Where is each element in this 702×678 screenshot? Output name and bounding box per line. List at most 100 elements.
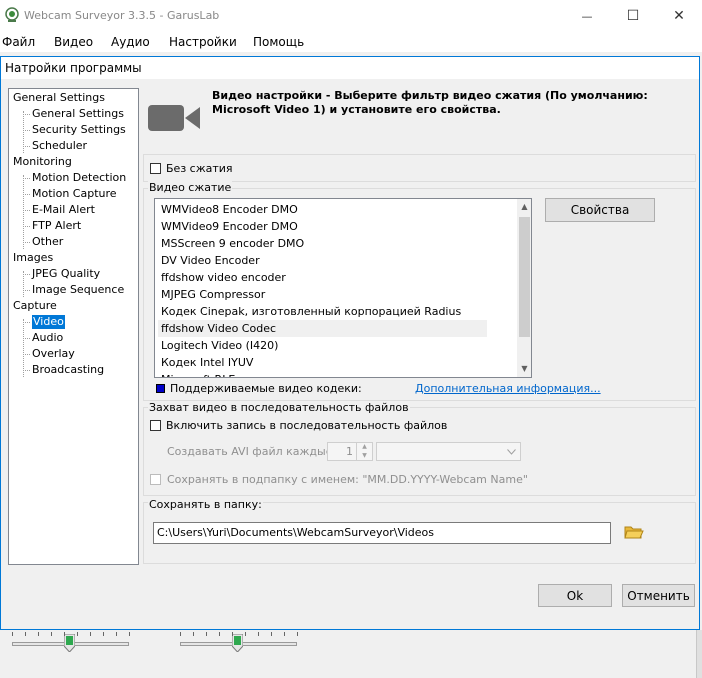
codec-list-item[interactable]: WMVideo8 Encoder DMO [161, 201, 298, 218]
minimize-button[interactable]: — [564, 0, 610, 32]
menu-video[interactable]: Видео [54, 35, 93, 49]
enable-sequence-checkbox[interactable] [150, 420, 161, 431]
tree-item-ftp-alert[interactable]: FTP Alert [32, 219, 81, 233]
menu-bar: Файл Видео Аудио Настройки Помощь [0, 32, 702, 52]
tree-connector [23, 242, 30, 243]
tree-connector [23, 370, 30, 371]
settings-dialog: Натройки программы General Settings Gener… [0, 56, 700, 630]
no-compression-checkbox[interactable] [150, 163, 161, 174]
tree-connector [23, 194, 30, 195]
tree-connector [23, 178, 30, 179]
tree-connector [23, 322, 30, 323]
tree-item-broadcasting[interactable]: Broadcasting [32, 363, 104, 377]
codec-list-item[interactable]: Microsoft RLE [161, 371, 235, 377]
codec-list-item[interactable]: ffdshow Video Codec [158, 320, 487, 337]
tree-item-jpeg-quality[interactable]: JPEG Quality [32, 267, 100, 281]
tree-connector [23, 146, 30, 147]
cancel-button[interactable]: Отменить [622, 584, 695, 607]
tree-connector [23, 338, 30, 339]
maximize-icon: ☐ [626, 8, 640, 24]
tree-item-audio[interactable]: Audio [32, 331, 63, 345]
settings-tree[interactable]: General Settings General Settings Security… [8, 88, 139, 565]
codec-list-item[interactable]: Кодек Intel IYUV [161, 354, 253, 371]
menu-file[interactable]: Файл [2, 35, 35, 49]
supported-codec-legend-swatch [156, 384, 165, 393]
dialog-title: Натройки программы [5, 61, 142, 75]
tree-connector [23, 175, 24, 249]
spinner-down-icon[interactable]: ▼ [357, 452, 372, 460]
subfolder-checkbox[interactable] [150, 474, 161, 485]
main-window-bottom [0, 630, 702, 678]
codec-list-item[interactable]: MJPEG Compressor [161, 286, 265, 303]
maximize-button[interactable]: ☐ [610, 0, 656, 32]
menu-settings[interactable]: Настройки [169, 35, 237, 49]
interval-unit-combobox[interactable] [376, 442, 521, 461]
codec-list-item[interactable]: MSScreen 9 encoder DMO [161, 235, 304, 252]
tree-connector [23, 290, 30, 291]
tree-connector [23, 130, 30, 131]
subfolder-label: Сохранять в подпапку с именем: "MM.DD.YY… [167, 473, 528, 486]
codec-listbox[interactable]: WMVideo8 Encoder DMO WMVideo9 Encoder DMO… [154, 198, 532, 378]
save-folder-group-label: Сохранять в папку: [148, 498, 263, 511]
spinner-buttons[interactable]: ▲ ▼ [356, 443, 372, 460]
scroll-up-icon[interactable]: ▲ [517, 199, 531, 215]
codec-list-item[interactable]: DV Video Encoder [161, 252, 260, 269]
folder-icon[interactable] [624, 524, 644, 540]
minimize-icon: — [581, 9, 593, 23]
enable-sequence-label: Включить запись в последовательность фай… [166, 419, 448, 432]
tree-connector [23, 354, 30, 355]
tree-item-overlay[interactable]: Overlay [32, 347, 75, 361]
scroll-down-icon[interactable]: ▼ [517, 361, 531, 377]
chevron-down-icon [507, 449, 516, 455]
tree-item-video[interactable]: Video [32, 315, 65, 329]
tree-item-motion-detection[interactable]: Motion Detection [32, 171, 126, 185]
avi-interval-spinner[interactable]: 1 ▲ ▼ [327, 442, 373, 461]
tree-item-capture[interactable]: Capture [13, 299, 57, 313]
tree-connector [23, 114, 30, 115]
create-avi-every-label: Создавать AVI файл каждые: [167, 445, 337, 458]
menu-help[interactable]: Помощь [253, 35, 304, 49]
dialog-titlebar: Натройки программы [1, 57, 699, 79]
menu-audio[interactable]: Аудио [111, 35, 150, 49]
tree-connector [23, 274, 30, 275]
tree-item-image-sequence[interactable]: Image Sequence [32, 283, 124, 297]
tree-item-motion-capture[interactable]: Motion Capture [32, 187, 117, 201]
tree-item-scheduler[interactable]: Scheduler [32, 139, 87, 153]
video-camera-icon [148, 105, 200, 131]
codec-properties-button[interactable]: Свойства [545, 198, 655, 222]
tree-item-monitoring[interactable]: Monitoring [13, 155, 72, 169]
tree-item-e-mail-alert[interactable]: E-Mail Alert [32, 203, 95, 217]
webcam-app-icon [5, 7, 19, 22]
tree-connector [23, 319, 24, 377]
no-compression-label: Без сжатия [166, 162, 233, 175]
tree-item-other[interactable]: Other [32, 235, 63, 249]
close-button[interactable]: ✕ [656, 0, 702, 32]
codec-list-scrollbar[interactable]: ▲ ▼ [517, 199, 531, 377]
sequence-capture-group-label: Захват видео в последовательность файлов [148, 401, 410, 414]
avi-interval-value: 1 [346, 445, 353, 458]
tree-connector [23, 210, 30, 211]
slider-ticks-1 [12, 632, 130, 638]
tree-item-general-settings[interactable]: General Settings [32, 107, 124, 121]
tree-item-images[interactable]: Images [13, 251, 53, 265]
codec-list-item[interactable]: Logitech Video (I420) [161, 337, 278, 354]
ok-button[interactable]: Ok [538, 584, 612, 607]
tree-item-general-settings[interactable]: General Settings [13, 91, 105, 105]
supported-codecs-label: Поддерживаемые видео кодеки: [170, 382, 362, 395]
video-compression-group-label: Видео сжатие [148, 181, 233, 194]
more-info-link[interactable]: Дополнительная информация... [415, 382, 601, 395]
window-edge [696, 630, 702, 678]
codec-list-item[interactable]: WMVideo9 Encoder DMO [161, 218, 298, 235]
scroll-thumb[interactable] [519, 217, 530, 337]
window-title: Webcam Surveyor 3.3.5 - GarusLab [24, 9, 220, 22]
codec-list-item[interactable]: ffdshow video encoder [161, 269, 286, 286]
window-titlebar: Webcam Surveyor 3.3.5 - GarusLab — ☐ ✕ [0, 0, 702, 32]
save-folder-input[interactable]: C:\Users\Yuri\Documents\WebcamSurveyor\V… [153, 522, 611, 544]
spinner-up-icon[interactable]: ▲ [357, 443, 372, 451]
tree-connector [23, 226, 30, 227]
close-icon: ✕ [673, 8, 685, 24]
tree-item-security-settings[interactable]: Security Settings [32, 123, 126, 137]
codec-list-item[interactable]: Кодек Cinepak, изготовленный корпорацией… [161, 303, 461, 320]
slider-ticks-2 [180, 632, 298, 638]
video-settings-description: Видео настройки - Выберите фильтр видео … [212, 89, 648, 116]
